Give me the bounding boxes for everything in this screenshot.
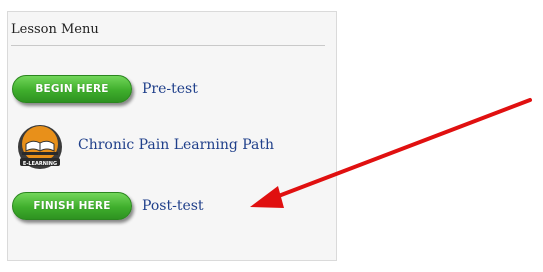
red-arrow-icon: [250, 98, 532, 208]
